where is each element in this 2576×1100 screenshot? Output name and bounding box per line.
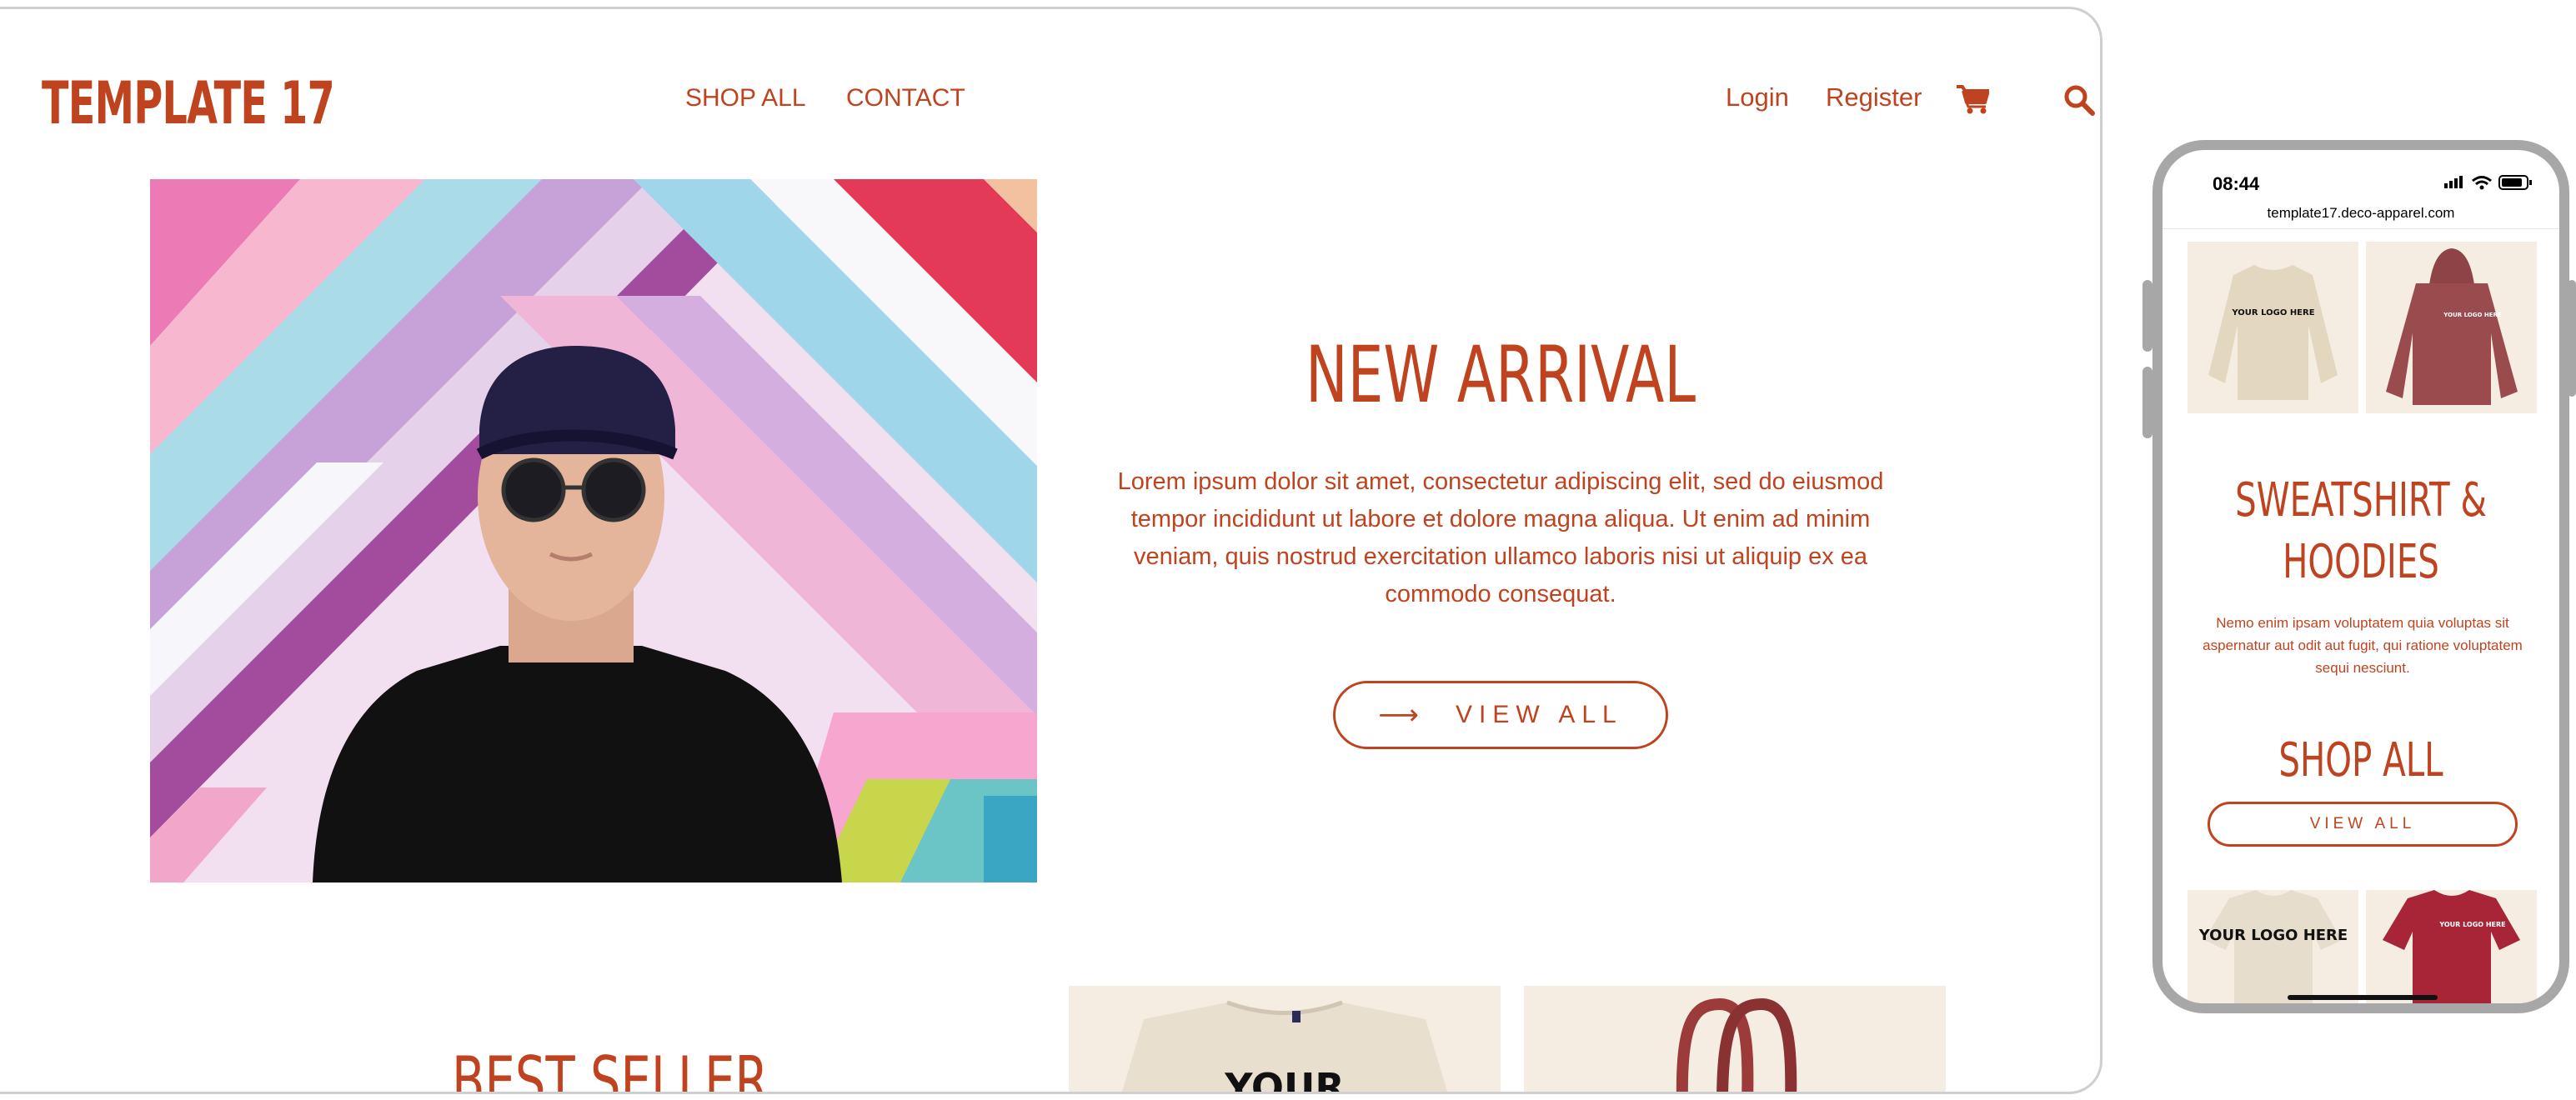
tee-cream-print-text: YOUR LOGO HERE — [2198, 927, 2348, 944]
best-seller-title: BEST SELLER — [452, 1042, 769, 1094]
desktop-browser-window: TEMPLATE 17 SHOP ALL CONTACT Login Regis… — [0, 7, 2102, 1094]
battery-icon — [2498, 175, 2532, 190]
phone-view-all-button[interactable]: VIEW ALL — [2208, 802, 2518, 847]
product-tile-tshirt[interactable]: YOUR — [1069, 986, 1501, 1094]
hero-title: NEW ARRIVAL — [1305, 330, 1696, 421]
hero-image — [150, 179, 1037, 882]
product-tile-sweatshirt[interactable]: YOUR LOGO HERE — [2188, 242, 2358, 413]
view-all-label: VIEW ALL — [1456, 701, 1623, 728]
site-logo[interactable]: TEMPLATE 17 — [42, 69, 335, 138]
login-link[interactable]: Login — [1726, 82, 1789, 112]
hoodie-image: YOUR LOGO HERE — [2386, 248, 2518, 405]
sweatshirt-image: YOUR LOGO HERE — [2208, 265, 2338, 400]
sweatshirt-print-text: YOUR LOGO HERE — [2231, 308, 2314, 318]
tshirt-print-text: YOUR — [1224, 1065, 1345, 1094]
tshirt-image: YOUR — [1121, 1000, 1448, 1094]
tee-red-print-text: YOUR LOGO HERE — [2438, 921, 2505, 928]
nav-shop-all[interactable]: SHOP ALL — [685, 84, 806, 112]
register-link[interactable]: Register — [1826, 82, 1922, 112]
browser-url[interactable]: template17.deco-apparel.com — [2163, 205, 2559, 222]
status-time: 08:44 — [2213, 173, 2260, 194]
arrow-right-icon: ⟶ — [1378, 698, 1419, 732]
product-tile-hoodie[interactable]: YOUR LOGO HERE — [2366, 242, 2537, 413]
section-title-shop-all: SHOP ALL — [2278, 733, 2443, 788]
nav-contact[interactable]: CONTACT — [846, 84, 965, 112]
phone-side-button — [2142, 280, 2153, 352]
hoodie-print-text: YOUR LOGO HERE — [2443, 312, 2502, 318]
phone-mockup: 08:44 template17.deco-apparel.com YOUR L… — [2153, 140, 2569, 1013]
phone-side-button — [2142, 367, 2153, 438]
tote-bag-image — [1676, 998, 1797, 1092]
home-indicator — [2288, 995, 2438, 1000]
section-title-sweatshirts-line2: HOODIES — [2283, 535, 2439, 589]
section-title-sweatshirts-line1: SWEATSHIRT & — [2235, 473, 2487, 528]
product-tile-tote-bag[interactable] — [1524, 986, 1946, 1092]
hero-description: Lorem ipsum dolor sit amet, consectetur … — [1117, 468, 1884, 608]
url-divider — [2163, 228, 2559, 229]
search-icon[interactable] — [2063, 84, 2095, 116]
view-all-button[interactable]: ⟶ VIEW ALL — [1333, 681, 1668, 749]
section-description: Nemo enim ipsam voluptatem quia voluptas… — [2203, 615, 2523, 676]
signal-icon — [2444, 176, 2463, 188]
cart-icon[interactable] — [1956, 84, 1989, 114]
wifi-icon — [2472, 176, 2492, 190]
graffiti-wall-portrait — [150, 179, 1037, 882]
status-icons — [2444, 175, 2532, 190]
